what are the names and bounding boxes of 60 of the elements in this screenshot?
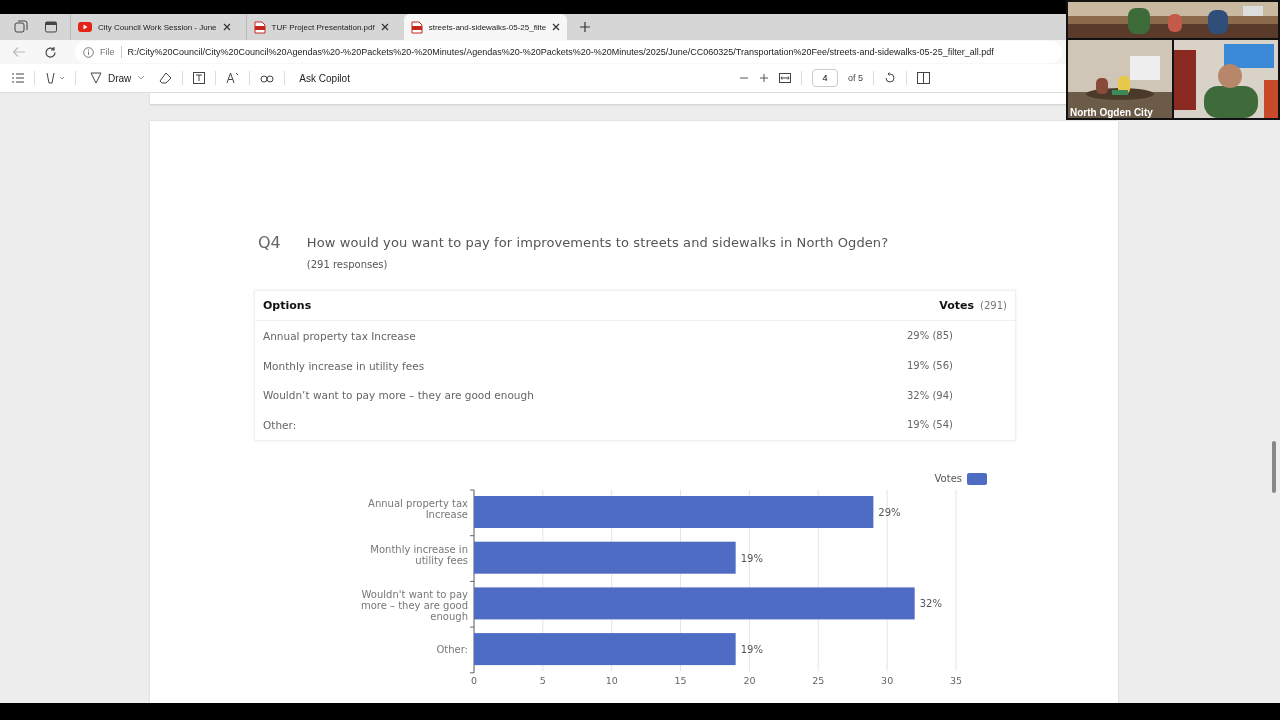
contents-icon[interactable] (12, 73, 24, 83)
table-cell-text: Wouldn’t want to pay more – they are good enough (263, 389, 535, 402)
tick-label: 35 (949, 674, 963, 686)
total-votes: (291) (980, 300, 1007, 311)
table-cell-text: Monthly increase in utility fees (263, 359, 426, 372)
pen-icon (90, 72, 102, 84)
browser-tab[interactable]: streets-and-sidewalks-05-25_filte (403, 14, 568, 40)
pdf-icon (253, 20, 266, 34)
tick-label: 25 (812, 674, 825, 686)
tick-label: 20 (743, 674, 756, 686)
fit-page-icon[interactable] (779, 73, 791, 83)
table-cell-text: 19% (54) (907, 419, 954, 431)
new-tab-icon[interactable] (579, 21, 592, 33)
question-number: Q4 (258, 233, 281, 254)
tick-label: 10 (605, 674, 618, 686)
question-text: How would you want to pay for improvements to streets and sidewalks in North Ogden? (306, 235, 889, 250)
value-label: 19% (740, 643, 763, 655)
table-cell-text: Other: (263, 418, 298, 431)
table-cell-text: 32% (94) (907, 389, 954, 401)
eraser-icon[interactable] (159, 72, 173, 84)
info-icon (83, 46, 94, 58)
close-icon[interactable] (380, 23, 389, 31)
highlighter-icon[interactable] (45, 72, 65, 84)
category-label: Other: (436, 643, 468, 655)
workspaces-icon[interactable] (14, 20, 28, 34)
tick-label: 30 (881, 674, 894, 686)
response-count: (291 responses) (306, 259, 389, 270)
close-icon[interactable] (552, 23, 561, 31)
page-number-field[interactable]: 4 (812, 69, 838, 87)
pdf-icon (410, 20, 423, 34)
table-cell-text: Annual property tax Increase (263, 329, 417, 342)
address-bar[interactable]: File R:/City%20Council/City%20Council%20Agendas%20-%20Packets%20-%20Minutes/Agendas%20-%20Packets%20-%20Minutes/2025/June/CC060325/Transportation%20Fee/streets-and-sidewalks-05-25_filter_all.pdf (75, 41, 1062, 63)
value-label: 19% (740, 552, 763, 564)
page-view-icon[interactable] (917, 72, 930, 84)
ask-copilot-button[interactable]: Ask Copilot (295, 70, 354, 86)
category-label: Monthly increase in utility fees (370, 543, 468, 566)
close-icon[interactable] (222, 23, 231, 31)
tab-actions-icon[interactable] (44, 20, 58, 34)
tick-label: 0 (471, 674, 477, 686)
legend-label: Votes (934, 472, 962, 484)
table-cell-text: 29% (85) (907, 330, 954, 342)
page-count: of 5 (848, 73, 863, 83)
rotate-icon[interactable] (884, 72, 896, 84)
text-box-icon[interactable] (193, 72, 206, 84)
table-cell-text: 19% (56) (907, 360, 954, 372)
tick-label: 15 (674, 674, 687, 686)
caret-icon (137, 75, 146, 81)
participant-name: North Ogden City (1070, 107, 1153, 118)
value-label: 32% (919, 598, 942, 610)
refresh-icon[interactable] (44, 45, 57, 59)
zoom-in-icon[interactable] (759, 73, 769, 83)
column-header: Votes (939, 299, 975, 312)
video-icon (78, 22, 92, 32)
category-label: Wouldn't want to pay more – they are good enough (360, 589, 468, 623)
read-aloud-icon[interactable] (226, 72, 240, 84)
tick-label: 5 (539, 674, 546, 686)
value-label: 29% (878, 506, 901, 518)
category-label: Annual property tax Increase (368, 497, 468, 520)
column-header: Options (263, 299, 313, 312)
draw-button[interactable]: Draw (86, 70, 150, 86)
